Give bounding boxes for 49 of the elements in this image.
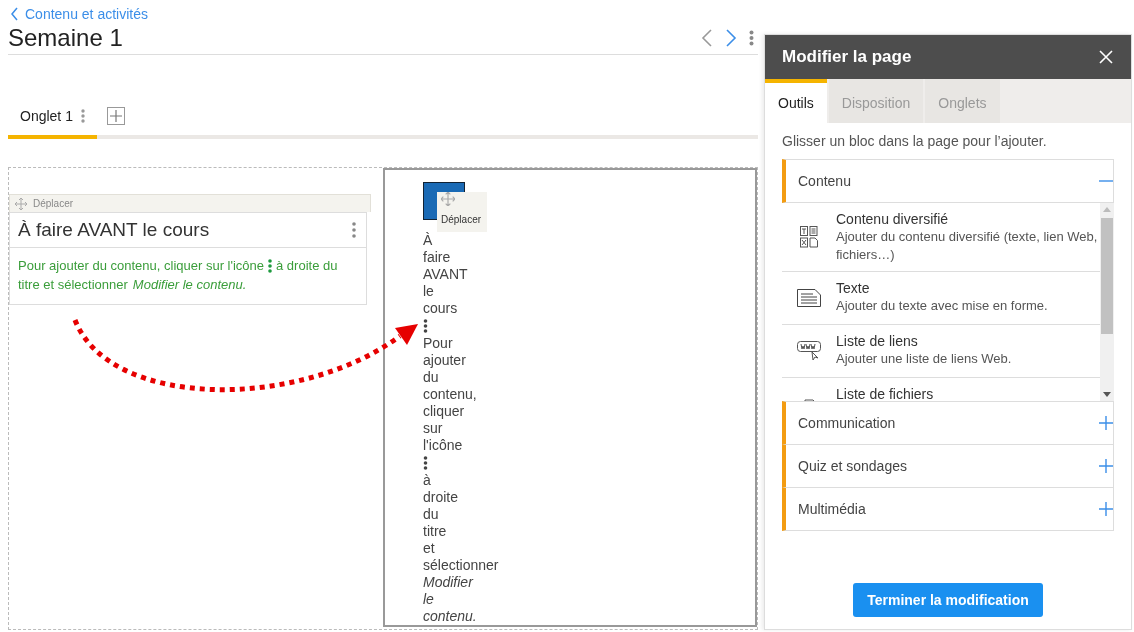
hint-text: Glisser un bloc dans la page pour l’ajouter. xyxy=(782,133,1048,149)
item-title: Liste de fichiers xyxy=(836,385,935,401)
more-icon[interactable] xyxy=(80,109,85,123)
expand-icon xyxy=(1099,416,1113,430)
more-icon[interactable] xyxy=(352,222,356,238)
move-handle: Déplacer xyxy=(437,192,487,232)
block-type-item[interactable]: Liste de liens Ajouter une liste de liens Web. xyxy=(782,325,1100,378)
instruction-emphasis: Modifier le contenu. xyxy=(132,276,247,294)
block-title: À faire AVANT le cours xyxy=(18,219,210,241)
more-icon xyxy=(423,319,428,333)
mixed-content-icon xyxy=(800,226,818,248)
item-description: Ajouter une liste de liens Web. xyxy=(836,350,1013,368)
item-title: Contenu diversifié xyxy=(836,210,950,228)
page-tab[interactable]: Onglet 1 xyxy=(8,97,97,139)
expand-icon xyxy=(1099,502,1113,516)
next-icon[interactable] xyxy=(725,29,737,47)
item-description: Ajouter du texte avec mise en forme. xyxy=(836,297,1049,315)
block-type-item[interactable]: Texte Ajouter du texte avec mise en forme. xyxy=(782,272,1100,325)
instruction-text: Pour ajouter du contenu, cliquer sur l'icône xyxy=(18,257,265,275)
page-title: Semaine 1 xyxy=(8,24,123,52)
accordion-header[interactable]: Multimédia xyxy=(782,488,1114,531)
move-icon xyxy=(15,197,27,210)
accordion-header[interactable]: Quiz et sondages xyxy=(782,445,1114,488)
dragged-emphasis: Modifier le contenu. xyxy=(423,574,477,625)
close-icon[interactable] xyxy=(1099,50,1113,64)
dragged-title: À faire AVANT le cours xyxy=(423,232,468,317)
previous-icon[interactable] xyxy=(701,29,713,47)
item-title: Texte xyxy=(836,279,871,297)
instruction-text: titre et sélectionner xyxy=(18,276,128,294)
move-icon xyxy=(441,192,455,206)
web-link-icon xyxy=(797,341,821,361)
item-description: Ajouter du contenu diversifié (texte, lien Web, fichiers…) xyxy=(836,228,1099,264)
item-title: Liste de liens xyxy=(836,332,919,350)
scroll-down-icon[interactable] xyxy=(1103,392,1111,397)
chevron-left-icon xyxy=(10,7,19,21)
dragged-text: titre et sélectionner xyxy=(423,523,499,574)
document-icon xyxy=(797,289,821,307)
instruction-text: à droite du xyxy=(276,257,338,275)
panel-tab[interactable]: Outils xyxy=(765,79,827,123)
more-icon xyxy=(268,258,273,273)
accordion-header[interactable]: Contenu xyxy=(782,159,1114,203)
accordion-header[interactable]: Communication xyxy=(782,401,1114,445)
more-icon[interactable] xyxy=(749,30,754,46)
dragged-text: Pour ajouter du contenu, cliquer sur l'icône xyxy=(423,335,477,454)
add-tab-icon[interactable] xyxy=(106,107,125,125)
more-icon xyxy=(423,456,428,470)
panel-title: Modifier la page xyxy=(782,47,912,67)
scrollbar[interactable] xyxy=(1100,203,1114,401)
expand-icon xyxy=(1099,459,1113,473)
